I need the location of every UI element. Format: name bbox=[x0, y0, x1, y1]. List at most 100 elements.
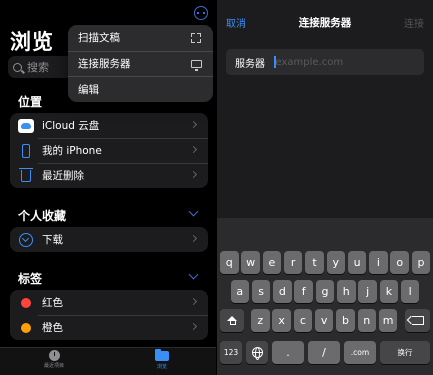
server-input[interactable] bbox=[275, 56, 396, 68]
section-title-tags[interactable]: 标签 bbox=[18, 270, 42, 287]
key-o[interactable]: o bbox=[390, 251, 409, 274]
key-label: 换行 bbox=[397, 348, 413, 357]
chevron-right-icon bbox=[189, 322, 198, 331]
chevron-down-icon[interactable] bbox=[188, 269, 199, 280]
folder-icon bbox=[155, 349, 169, 361]
connect-button[interactable]: 连接 bbox=[404, 15, 424, 30]
section-title-favorites[interactable]: 个人收藏 bbox=[18, 207, 66, 224]
key-u[interactable]: u bbox=[347, 251, 367, 274]
key-label: c bbox=[299, 314, 306, 327]
tag-color-dot bbox=[21, 322, 31, 333]
location-item-label: 最近删除 bbox=[42, 170, 84, 182]
location-item-label: iCloud 云盘 bbox=[42, 120, 100, 132]
favorite-item-downloads[interactable]: 下载 bbox=[10, 227, 208, 252]
search-field[interactable]: 搜索 bbox=[8, 56, 72, 78]
tab-recents[interactable]: 最近项目 bbox=[34, 350, 74, 369]
backspace-icon bbox=[411, 316, 424, 325]
icloud-icon bbox=[18, 118, 34, 133]
key-label: u bbox=[353, 256, 361, 269]
section-title-locations[interactable]: 位置 bbox=[18, 93, 42, 110]
tab-bar: 最近项目 浏览 bbox=[0, 347, 216, 375]
key-label: o bbox=[396, 256, 404, 269]
cancel-button[interactable]: 取消 bbox=[226, 15, 246, 30]
return-key[interactable]: 换行 bbox=[380, 341, 430, 364]
key-label: q bbox=[225, 256, 233, 269]
key-g[interactable]: g bbox=[315, 280, 335, 303]
clock-icon bbox=[48, 350, 60, 361]
key-k[interactable]: k bbox=[379, 280, 399, 303]
key-n[interactable]: n bbox=[357, 309, 377, 332]
key-a[interactable]: a bbox=[230, 280, 250, 303]
more-options-icon[interactable] bbox=[194, 6, 208, 20]
numbers-key[interactable]: 123 bbox=[220, 341, 242, 364]
tag-item-label: 红色 bbox=[42, 297, 63, 309]
globe-icon bbox=[251, 347, 263, 360]
server-label: 服务器 bbox=[235, 58, 265, 70]
key-w[interactable]: w bbox=[241, 251, 260, 274]
key-label: l bbox=[408, 285, 412, 298]
key-f[interactable]: f bbox=[294, 280, 313, 303]
location-item-recently-deleted[interactable]: 最近删除 bbox=[10, 163, 208, 188]
key-z[interactable]: z bbox=[251, 309, 270, 332]
tab-browse[interactable]: 浏览 bbox=[142, 349, 182, 370]
key-j[interactable]: j bbox=[358, 280, 377, 303]
key-y[interactable]: y bbox=[326, 251, 346, 274]
key-label: b bbox=[341, 314, 349, 327]
trash-icon bbox=[19, 167, 33, 182]
search-icon bbox=[13, 62, 22, 72]
key-r[interactable]: r bbox=[283, 251, 303, 274]
location-item-icloud[interactable]: iCloud 云盘 bbox=[10, 113, 208, 138]
key-label: f bbox=[301, 285, 306, 298]
chevron-down-icon[interactable] bbox=[188, 206, 199, 217]
key-label: s bbox=[258, 285, 264, 298]
scan-icon bbox=[191, 33, 201, 43]
dot-key[interactable]: . bbox=[272, 341, 304, 364]
key-label: v bbox=[320, 314, 328, 327]
shift-key[interactable] bbox=[220, 309, 244, 332]
key-label: . bbox=[286, 346, 290, 359]
tag-item-orange[interactable]: 橙色 bbox=[10, 315, 208, 340]
chevron-right-icon bbox=[189, 297, 198, 306]
more-options-menu: 扫描文稿 连接服务器 编辑 bbox=[68, 25, 213, 102]
slash-key[interactable]: / bbox=[308, 341, 340, 364]
tab-label: 最近项目 bbox=[43, 363, 64, 369]
chevron-right-icon bbox=[189, 234, 198, 243]
chevron-right-icon bbox=[189, 145, 198, 154]
key-label: h bbox=[342, 285, 350, 298]
key-i[interactable]: i bbox=[369, 251, 388, 274]
key-m[interactable]: m bbox=[378, 309, 398, 332]
menu-item-label: 扫描文稿 bbox=[78, 32, 120, 45]
dotcom-key[interactable]: .com bbox=[344, 341, 376, 364]
chevron-right-icon bbox=[189, 120, 198, 129]
backspace-key[interactable] bbox=[405, 309, 430, 332]
key-e[interactable]: e bbox=[262, 251, 282, 274]
key-label: y bbox=[332, 256, 340, 269]
menu-item-edit[interactable]: 编辑 bbox=[68, 76, 213, 102]
connect-server-sheet: 连接服务器 取消 连接 服务器 qwe r t yu i op a s d f gh j k l z x c vb… bbox=[217, 0, 433, 375]
key-p[interactable]: p bbox=[411, 251, 431, 274]
sheet-title: 连接服务器 bbox=[298, 17, 352, 29]
tag-item-red[interactable]: 红色 bbox=[10, 290, 208, 315]
menu-item-connect-server[interactable]: 连接服务器 bbox=[68, 50, 213, 77]
location-item-iphone[interactable]: 我的 iPhone bbox=[10, 138, 208, 163]
key-t[interactable]: t bbox=[305, 251, 324, 274]
menu-item-scan-documents[interactable]: 扫描文稿 bbox=[68, 25, 213, 51]
key-label: j bbox=[366, 285, 370, 298]
key-q[interactable]: q bbox=[220, 251, 239, 274]
key-label: g bbox=[321, 285, 329, 298]
key-label: k bbox=[385, 285, 393, 298]
key-l[interactable]: l bbox=[400, 280, 420, 303]
key-c[interactable]: c bbox=[293, 309, 313, 332]
globe-key[interactable] bbox=[246, 341, 268, 364]
key-label: 123 bbox=[223, 348, 239, 357]
key-d[interactable]: d bbox=[273, 280, 292, 303]
favorites-group: 下载 bbox=[10, 227, 208, 252]
menu-item-label: 连接服务器 bbox=[78, 58, 131, 71]
key-s[interactable]: s bbox=[251, 280, 271, 303]
key-b[interactable]: b bbox=[336, 309, 355, 332]
key-v[interactable]: v bbox=[314, 309, 334, 332]
locations-group: iCloud 云盘 我的 iPhone 最近删除 bbox=[10, 113, 208, 188]
key-x[interactable]: x bbox=[272, 309, 291, 332]
key-h[interactable]: h bbox=[337, 280, 356, 303]
key-label: n bbox=[363, 314, 371, 327]
